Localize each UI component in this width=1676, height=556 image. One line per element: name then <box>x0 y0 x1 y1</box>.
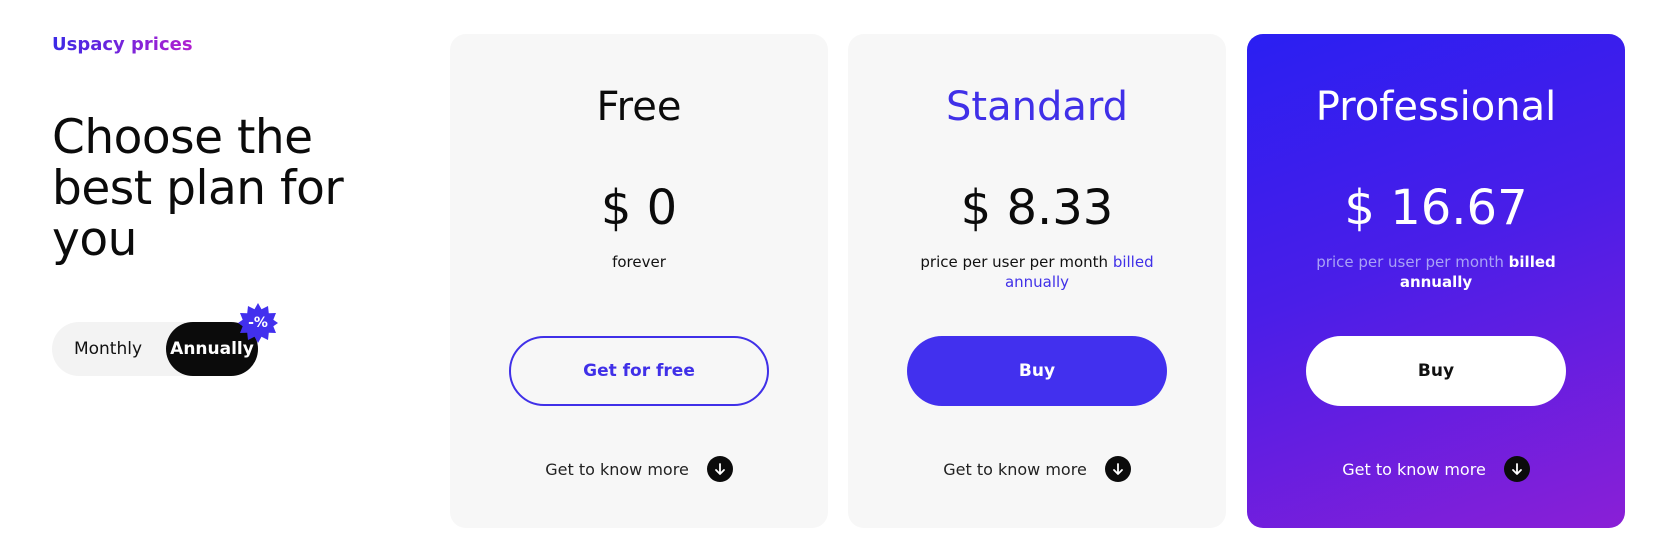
buy-professional-button[interactable]: Buy <box>1306 336 1566 406</box>
more-label: Get to know more <box>943 459 1087 479</box>
buy-standard-button[interactable]: Buy <box>907 336 1167 406</box>
billing-toggle: Monthly Annually <box>52 322 258 376</box>
get-to-know-more-link[interactable]: Get to know more <box>450 456 828 482</box>
plan-name: Professional <box>1315 84 1557 130</box>
plan-price: $ 16.67 <box>1344 180 1528 236</box>
plan-price: $ 0 <box>600 180 678 236</box>
plan-price-note: price per user per month billed annually <box>888 252 1186 292</box>
get-to-know-more-link[interactable]: Get to know more <box>848 456 1226 482</box>
price-note-prefix: price per user per month <box>1316 253 1504 271</box>
plan-name: Free <box>596 84 682 130</box>
plan-card-professional: Professional $ 16.67 price per user per … <box>1247 34 1625 528</box>
get-for-free-button[interactable]: Get for free <box>509 336 769 406</box>
plan-price-note: price per user per month billed annually <box>1287 252 1585 292</box>
page-title: Choose the best plan for you <box>52 110 344 267</box>
plan-price-note: forever <box>612 253 666 271</box>
get-to-know-more-link[interactable]: Get to know more <box>1247 456 1625 482</box>
plan-price: $ 8.33 <box>960 180 1114 236</box>
plan-card-standard: Standard $ 8.33 price per user per month… <box>848 34 1226 528</box>
more-label: Get to know more <box>1342 459 1486 479</box>
billing-monthly-option[interactable]: Monthly <box>52 322 164 376</box>
discount-badge-label: -% <box>248 315 268 331</box>
arrow-down-icon <box>1503 456 1530 482</box>
price-note-prefix: price per user per month <box>920 253 1109 271</box>
discount-badge: -% <box>237 302 279 344</box>
plan-name: Standard <box>946 84 1128 130</box>
plan-card-free: Free $ 0 forever Get for free Get to kno… <box>450 34 828 528</box>
section-eyebrow: Uspacy prices <box>52 34 193 55</box>
more-label: Get to know more <box>545 459 689 479</box>
pricing-section: Uspacy prices Choose the best plan for y… <box>0 0 1676 556</box>
arrow-down-icon <box>1104 456 1131 482</box>
arrow-down-icon <box>706 456 733 482</box>
